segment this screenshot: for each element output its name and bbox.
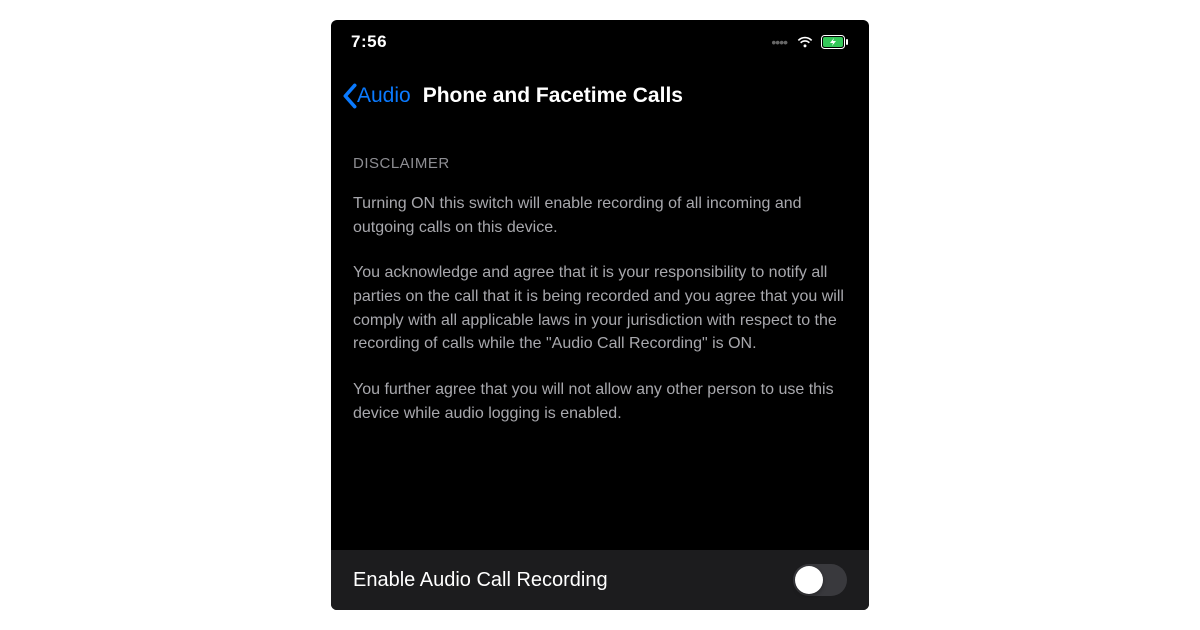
section-header: DISCLAIMER (353, 155, 847, 172)
status-time: 7:56 (351, 32, 387, 52)
toggle-label: Enable Audio Call Recording (353, 569, 608, 592)
cellular-dots-icon: •••• (771, 34, 787, 50)
back-button[interactable]: Audio (341, 83, 411, 109)
back-label: Audio (357, 84, 411, 108)
content-area: DISCLAIMER Turning ON this switch will e… (331, 120, 869, 610)
toggle-knob (795, 566, 823, 594)
battery-charging-icon (821, 35, 849, 49)
nav-header: Audio Phone and Facetime Calls (331, 72, 869, 120)
status-bar: 7:56 •••• (331, 20, 869, 64)
enable-recording-toggle[interactable] (793, 564, 847, 596)
disclaimer-paragraph-2: You acknowledge and agree that it is you… (353, 261, 847, 356)
disclaimer-paragraph-1: Turning ON this switch will enable recor… (353, 192, 847, 239)
toggle-row[interactable]: Enable Audio Call Recording (331, 550, 869, 610)
settings-screen: 7:56 •••• (331, 20, 869, 610)
page-title: Phone and Facetime Calls (423, 84, 683, 108)
wifi-icon (795, 32, 815, 52)
disclaimer-paragraph-3: You further agree that you will not allo… (353, 378, 847, 425)
status-icons: •••• (771, 32, 849, 52)
